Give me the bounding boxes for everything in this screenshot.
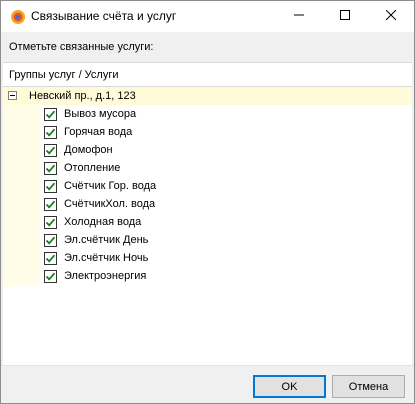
dialog-window: Связывание счёта и услуг Отметьте связан… (0, 0, 415, 404)
tree-item-checkbox[interactable] (44, 162, 57, 175)
tree-item-label: Отопление (64, 162, 121, 174)
tree-item-checkbox[interactable] (44, 198, 57, 211)
tree-item-row[interactable]: Электроэнергия (3, 267, 412, 285)
tree-item-label: СчётчикХол. вода (64, 198, 156, 210)
tree-item-label: Эл.счётчик Ночь (64, 252, 149, 264)
close-button[interactable] (368, 1, 414, 32)
tree-item-checkbox[interactable] (44, 126, 57, 139)
close-icon (385, 9, 397, 23)
footer-separator (1, 365, 414, 366)
tree-item-row[interactable]: Вывоз мусора (3, 105, 412, 123)
services-tree[interactable]: Группы услуг / Услуги Невский пр., д.1, … (3, 62, 412, 365)
tree-children: Вывоз мусора Горячая вода Домофон Отопление… (3, 105, 412, 285)
tree-item-label: Холодная вода (64, 216, 142, 228)
instruction-label: Отметьте связанные услуги: (9, 41, 154, 53)
tree-item-indent (10, 123, 40, 141)
minimize-button[interactable] (276, 1, 322, 32)
maximize-icon (340, 10, 350, 23)
tree-item-label: Домофон (64, 144, 113, 156)
tree-item-label: Эл.счётчик День (64, 234, 149, 246)
tree-item-indent (10, 159, 40, 177)
tree-item-row[interactable]: Отопление (3, 159, 412, 177)
tree-root-row[interactable]: Невский пр., д.1, 123 (3, 87, 412, 105)
tree-item-label: Электроэнергия (64, 270, 147, 282)
tree-item-indent (10, 141, 40, 159)
tree-item-indent (10, 231, 40, 249)
tree-item-checkbox[interactable] (44, 234, 57, 247)
tree-item-checkbox[interactable] (44, 108, 57, 121)
tree-item-indent (10, 213, 40, 231)
tree-item-row[interactable]: Эл.счётчик День (3, 231, 412, 249)
tree-item-row[interactable]: Холодная вода (3, 213, 412, 231)
title-bar[interactable]: Связывание счёта и услуг (1, 1, 414, 32)
tree-item-label: Вывоз мусора (64, 108, 137, 120)
tree-column-header[interactable]: Группы услуг / Услуги (3, 63, 412, 87)
tree-header-label: Группы услуг / Услуги (9, 69, 119, 81)
cancel-button[interactable]: Отмена (332, 375, 405, 398)
tree-root-label: Невский пр., д.1, 123 (29, 90, 136, 102)
tree-item-row[interactable]: Счётчик Гор. вода (3, 177, 412, 195)
tree-item-indent (10, 177, 40, 195)
window-title: Связывание счёта и услуг (31, 9, 177, 23)
tree-item-label: Счётчик Гор. вода (64, 180, 157, 192)
tree-item-indent (10, 195, 40, 213)
ok-button[interactable]: OK (253, 375, 326, 398)
tree-item-checkbox[interactable] (44, 252, 57, 265)
tree-item-checkbox[interactable] (44, 216, 57, 229)
tree-item-checkbox[interactable] (44, 180, 57, 193)
collapse-icon[interactable] (8, 91, 17, 100)
minimize-icon (294, 10, 304, 23)
tree-item-row[interactable]: Горячая вода (3, 123, 412, 141)
tree-item-indent (10, 249, 40, 267)
tree-item-checkbox[interactable] (44, 144, 57, 157)
tree-item-checkbox[interactable] (44, 270, 57, 283)
app-icon (10, 9, 26, 25)
tree-item-indent (10, 105, 40, 123)
tree-item-label: Горячая вода (64, 126, 133, 138)
tree-item-row[interactable]: Домофон (3, 141, 412, 159)
tree-item-row[interactable]: Эл.счётчик Ночь (3, 249, 412, 267)
tree-item-indent (10, 267, 40, 285)
maximize-button[interactable] (322, 1, 368, 32)
tree-item-row[interactable]: СчётчикХол. вода (3, 195, 412, 213)
